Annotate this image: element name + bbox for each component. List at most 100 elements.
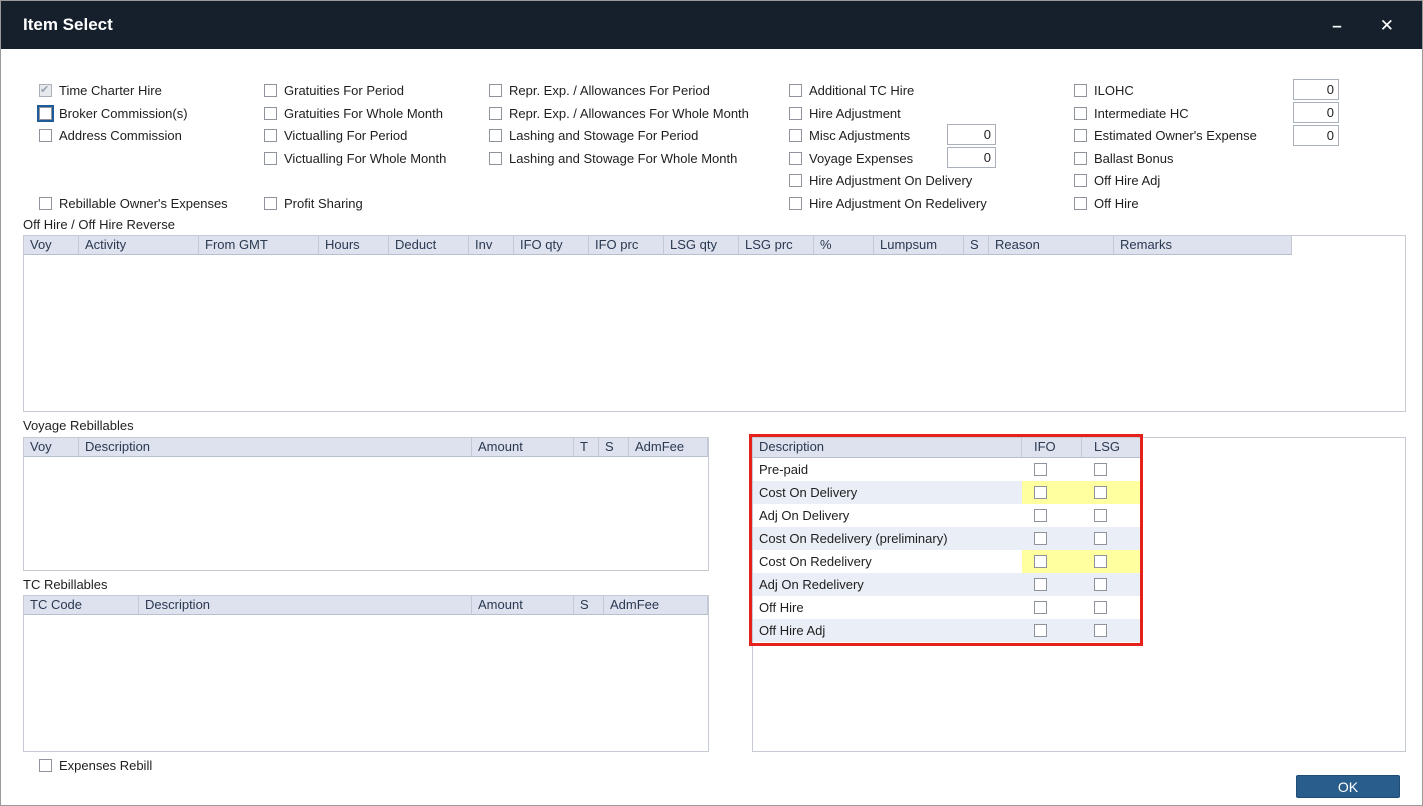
row-description: Off Hire Adj	[759, 623, 826, 638]
misc-adjustments-checkbox[interactable]	[789, 129, 802, 142]
checkbox-gratuities-for-period[interactable]: Gratuities For Period	[264, 83, 404, 98]
col-header-lumpsum: Lumpsum	[874, 236, 964, 254]
ifo-cell	[1022, 550, 1082, 573]
adj-on-redelivery-ifo-checkbox[interactable]	[1034, 578, 1047, 591]
lsg-cell	[1082, 619, 1142, 642]
col-header-amount: Amount	[472, 438, 574, 456]
off-hire-lsg-checkbox[interactable]	[1094, 601, 1107, 614]
checkbox-hire-adjustment[interactable]: Hire Adjustment	[789, 106, 901, 121]
checkbox-expenses-rebill[interactable]: Expenses Rebill	[39, 758, 152, 773]
rebillable-owners-expenses-checkbox[interactable]	[39, 197, 52, 210]
ilohc-checkbox[interactable]	[1074, 84, 1087, 97]
misc-adjustments-input[interactable]	[947, 124, 996, 145]
ballast-bonus-checkbox[interactable]	[1074, 152, 1087, 165]
ifo-cell	[1022, 619, 1082, 642]
checkbox-repr-exp-whole-month[interactable]: Repr. Exp. / Allowances For Whole Month	[489, 106, 749, 121]
off-hire-ifo-checkbox[interactable]	[1034, 601, 1047, 614]
broker-commissions-checkbox[interactable]	[39, 107, 52, 120]
expenses-rebill-checkbox[interactable]	[39, 759, 52, 772]
pre-paid-ifo-checkbox[interactable]	[1034, 463, 1047, 476]
ilohc-input[interactable]	[1293, 79, 1339, 100]
minimize-icon[interactable]: –	[1332, 17, 1341, 34]
checkbox-additional-tc-hire[interactable]: Additional TC Hire	[789, 83, 914, 98]
checkbox-profit-sharing[interactable]: Profit Sharing	[264, 196, 363, 211]
checkbox-estimated-owners-expense[interactable]: Estimated Owner's Expense	[1074, 128, 1257, 143]
ilohc-label: ILOHC	[1094, 83, 1134, 98]
gratuities-for-period-checkbox[interactable]	[264, 84, 277, 97]
hire-adjustment-checkbox[interactable]	[789, 107, 802, 120]
close-icon[interactable]: ✕	[1380, 17, 1394, 34]
off-hire-adj-lsg-checkbox[interactable]	[1094, 624, 1107, 637]
off-hire-checkbox[interactable]	[1074, 197, 1087, 210]
cost-on-redelivery-preliminary-ifo-checkbox[interactable]	[1034, 532, 1047, 545]
adj-on-delivery-ifo-checkbox[interactable]	[1034, 509, 1047, 522]
gratuities-for-whole-month-checkbox[interactable]	[264, 107, 277, 120]
checkbox-victualling-for-whole-month[interactable]: Victualling For Whole Month	[264, 151, 446, 166]
checkbox-voyage-expenses[interactable]: Voyage Expenses	[789, 151, 913, 166]
ifo-cell	[1022, 481, 1082, 504]
ok-button[interactable]: OK	[1296, 775, 1400, 798]
checkbox-off-hire-adj[interactable]: Off Hire Adj	[1074, 173, 1160, 188]
cost-on-delivery-ifo-checkbox[interactable]	[1034, 486, 1047, 499]
checkbox-victualling-for-period[interactable]: Victualling For Period	[264, 128, 407, 143]
intermediate-hc-input[interactable]	[1293, 102, 1339, 123]
profit-sharing-checkbox[interactable]	[264, 197, 277, 210]
pre-paid-lsg-checkbox[interactable]	[1094, 463, 1107, 476]
hire-adjustment-on-redelivery-checkbox[interactable]	[789, 197, 802, 210]
cost-on-redelivery-lsg-checkbox[interactable]	[1094, 555, 1107, 568]
hire-adjustment-on-delivery-checkbox[interactable]	[789, 174, 802, 187]
checkbox-repr-exp-period[interactable]: Repr. Exp. / Allowances For Period	[489, 83, 710, 98]
cost-on-redelivery-preliminary-lsg-checkbox[interactable]	[1094, 532, 1107, 545]
checkbox-address-commission[interactable]: Address Commission	[39, 128, 182, 143]
cost-on-delivery-lsg-checkbox[interactable]	[1094, 486, 1107, 499]
voyage-expenses-checkbox[interactable]	[789, 152, 802, 165]
lashing-stowage-whole-month-checkbox[interactable]	[489, 152, 502, 165]
repr-exp-period-checkbox[interactable]	[489, 84, 502, 97]
estimated-owners-expense-input[interactable]	[1293, 125, 1339, 146]
voyage-expenses-input[interactable]	[947, 147, 996, 168]
checkbox-ballast-bonus[interactable]: Ballast Bonus	[1074, 151, 1174, 166]
row-description: Off Hire	[759, 600, 804, 615]
checkbox-hire-adjustment-on-delivery[interactable]: Hire Adjustment On Delivery	[789, 173, 972, 188]
checkbox-gratuities-for-whole-month[interactable]: Gratuities For Whole Month	[264, 106, 443, 121]
col-header-voy: Voy	[24, 236, 79, 254]
bunker-table-header: Description IFO LSG	[753, 438, 1142, 458]
profit-sharing-label: Profit Sharing	[284, 196, 363, 211]
estimated-owners-expense-checkbox[interactable]	[1074, 129, 1087, 142]
off-hire-adj-ifo-checkbox[interactable]	[1034, 624, 1047, 637]
voyage-rebillables-table: Voy Description Amount T S AdmFee	[23, 437, 709, 571]
cost-on-redelivery-ifo-checkbox[interactable]	[1034, 555, 1047, 568]
col-header-tc-code: TC Code	[24, 596, 139, 614]
checkbox-hire-adjustment-on-redelivery[interactable]: Hire Adjustment On Redelivery	[789, 196, 987, 211]
col-header-s: S	[574, 596, 604, 614]
additional-tc-hire-checkbox[interactable]	[789, 84, 802, 97]
off-hire-adj-checkbox[interactable]	[1074, 174, 1087, 187]
tc-rebillables-table: TC Code Description Amount S AdmFee	[23, 595, 709, 752]
address-commission-checkbox[interactable]	[39, 129, 52, 142]
adj-on-delivery-lsg-checkbox[interactable]	[1094, 509, 1107, 522]
adj-on-redelivery-lsg-checkbox[interactable]	[1094, 578, 1107, 591]
checkbox-ilohc[interactable]: ILOHC	[1074, 83, 1134, 98]
repr-exp-whole-month-checkbox[interactable]	[489, 107, 502, 120]
intermediate-hc-checkbox[interactable]	[1074, 107, 1087, 120]
lashing-stowage-period-checkbox[interactable]	[489, 129, 502, 142]
checkbox-intermediate-hc[interactable]: Intermediate HC	[1074, 106, 1189, 121]
ifo-cell	[1022, 504, 1082, 527]
ifo-cell	[1022, 458, 1082, 481]
checkbox-rebillable-owners-expenses[interactable]: Rebillable Owner's Expenses	[39, 196, 228, 211]
time-charter-hire-checkbox	[39, 83, 52, 97]
victualling-for-period-checkbox[interactable]	[264, 129, 277, 142]
checkbox-lashing-stowage-period[interactable]: Lashing and Stowage For Period	[489, 128, 698, 143]
row-description: Cost On Redelivery	[759, 554, 872, 569]
off-hire-section-label: Off Hire / Off Hire Reverse	[23, 217, 175, 232]
checkbox-lashing-stowage-whole-month[interactable]: Lashing and Stowage For Whole Month	[489, 151, 737, 166]
col-header-amount: Amount	[472, 596, 574, 614]
victualling-for-whole-month-checkbox[interactable]	[264, 152, 277, 165]
checkbox-off-hire[interactable]: Off Hire	[1074, 196, 1139, 211]
ifo-cell	[1022, 596, 1082, 619]
checkbox-time-charter-hire[interactable]: Time Charter Hire	[39, 83, 162, 98]
row-description: Adj On Delivery	[759, 508, 850, 523]
checkbox-misc-adjustments[interactable]: Misc Adjustments	[789, 128, 910, 143]
checkbox-broker-commissions[interactable]: Broker Commission(s)	[39, 106, 188, 121]
ballast-bonus-label: Ballast Bonus	[1094, 151, 1174, 166]
